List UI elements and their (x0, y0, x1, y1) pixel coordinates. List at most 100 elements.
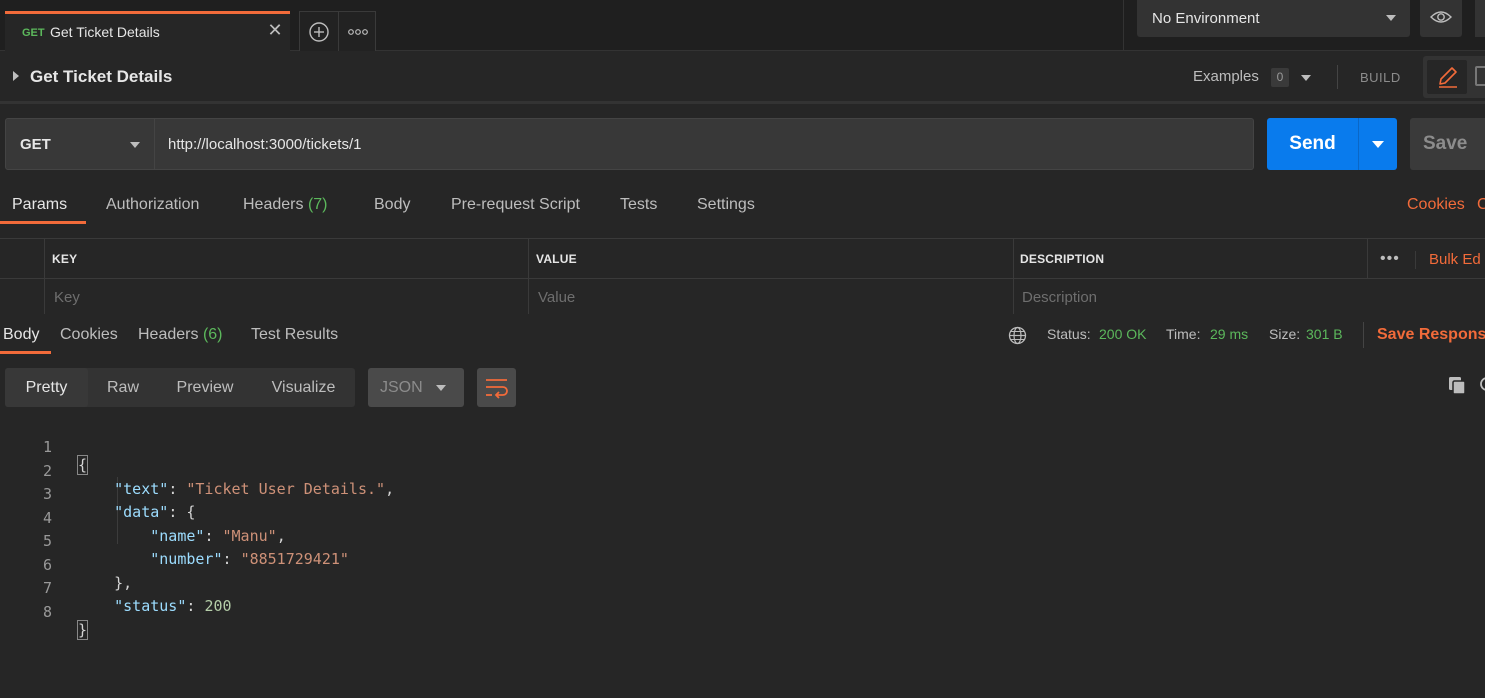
brace-close: } (76, 619, 89, 640)
request-header: Get Ticket Details Examples 0 BUILD (0, 51, 1485, 104)
response-tab-cookies[interactable]: Cookies (60, 326, 118, 344)
method-select[interactable]: GET (5, 118, 155, 170)
code-line: 5 "number": "8851729421" (0, 514, 1485, 568)
view-mode-group: Pretty Raw Preview Visualize (5, 368, 355, 407)
view-preview-button[interactable]: Preview (158, 368, 252, 407)
cookies-link[interactable]: Cookies (1407, 196, 1465, 214)
description-input[interactable]: Description (1022, 289, 1097, 306)
response-tab-test-results[interactable]: Test Results (251, 326, 338, 344)
eye-icon (1430, 11, 1452, 23)
code-line: 8 } (0, 585, 1485, 640)
code-line: 6 }, (0, 538, 1485, 592)
code-line: 7 "status": 200 (0, 561, 1485, 615)
code-link[interactable]: C (1477, 196, 1485, 214)
request-tab-active[interactable]: GET Get Ticket Details ✕ (5, 11, 290, 51)
column-header-value: VALUE (536, 252, 577, 266)
code-line: 1 { (0, 420, 1485, 475)
pencil-icon (1439, 67, 1457, 88)
tab-title: Get Ticket Details (50, 24, 160, 40)
tab-options-button[interactable] (338, 11, 376, 51)
column-divider (1415, 251, 1416, 269)
tab-authorization[interactable]: Authorization (106, 196, 199, 214)
mode-switcher (1423, 56, 1485, 98)
send-options-button[interactable] (1358, 118, 1397, 170)
tab-bar: GET Get Ticket Details ✕ No Environment (0, 0, 1485, 51)
divider (1123, 0, 1124, 51)
save-response-button[interactable]: Save Response (1377, 326, 1485, 344)
examples-button[interactable]: Examples (1193, 68, 1259, 85)
response-headers-count: (6) (202, 326, 223, 343)
build-mode-label: BUILD (1360, 70, 1401, 85)
divider (1337, 65, 1338, 89)
key-input[interactable]: Key (54, 289, 80, 306)
size-label: Size: (1269, 326, 1301, 342)
size-value[interactable]: 301 B (1306, 326, 1343, 342)
manage-environments-button[interactable] (1475, 0, 1485, 37)
wrap-lines-icon (486, 379, 508, 399)
status-value[interactable]: 200 OK (1099, 326, 1146, 342)
column-header-key: KEY (52, 252, 78, 266)
tab-method-badge: GET (22, 27, 45, 39)
params-table: KEY VALUE DESCRIPTION ••• Bulk Ed Key Va… (0, 238, 1485, 314)
format-select[interactable]: JSON (368, 368, 464, 407)
chevron-down-icon[interactable] (1301, 75, 1311, 81)
environment-select[interactable]: No Environment (1137, 0, 1410, 37)
method-label: GET (20, 136, 51, 153)
close-icon[interactable]: ✕ (266, 21, 284, 39)
request-name[interactable]: Get Ticket Details (30, 67, 172, 87)
status-label: Status: (1047, 326, 1091, 342)
table-row (0, 279, 1485, 314)
tab-tests[interactable]: Tests (620, 196, 657, 214)
response-body-editor[interactable]: 1 { 2 "text": "Ticket User Details.", 3 … (0, 418, 1485, 640)
active-tab-indicator (0, 221, 86, 224)
headers-count: (7) (307, 196, 328, 213)
save-button[interactable]: Save (1410, 118, 1485, 170)
tab-headers[interactable]: Headers (7) (243, 196, 328, 214)
documentation-mode-button[interactable] (1475, 66, 1485, 86)
copy-icon[interactable] (1447, 375, 1468, 396)
edit-mode-button[interactable] (1427, 60, 1467, 94)
view-pretty-button[interactable]: Pretty (5, 368, 88, 407)
response-tab-headers[interactable]: Headers (6) (138, 326, 223, 344)
plus-circle-icon (309, 22, 329, 42)
column-divider (1367, 239, 1368, 279)
value-input[interactable]: Value (538, 289, 575, 306)
tab-settings[interactable]: Settings (697, 196, 755, 214)
response-tab-body[interactable]: Body (3, 326, 39, 344)
chevron-down-icon (1386, 15, 1396, 21)
more-horizontal-icon[interactable]: ••• (1380, 250, 1400, 268)
tab-pre-request-script[interactable]: Pre-request Script (451, 196, 580, 214)
line-number: 8 (42, 602, 52, 621)
code-line: 2 "text": "Ticket User Details.", (0, 444, 1485, 498)
column-divider (44, 239, 45, 314)
view-visualize-button[interactable]: Visualize (252, 368, 355, 407)
params-header-row (0, 239, 1485, 279)
environment-quick-look-button[interactable] (1420, 0, 1462, 37)
time-label: Time: (1166, 326, 1201, 342)
examples-count-badge: 0 (1271, 68, 1289, 87)
chevron-down-icon (1372, 141, 1384, 148)
column-divider (528, 239, 529, 314)
search-icon[interactable] (1478, 375, 1485, 396)
wrap-lines-button[interactable] (477, 368, 516, 407)
time-value[interactable]: 29 ms (1210, 326, 1248, 342)
format-label: JSON (380, 379, 423, 396)
divider (1363, 322, 1364, 348)
view-raw-button[interactable]: Raw (88, 368, 158, 407)
more-horizontal-icon (348, 29, 368, 35)
send-button[interactable]: Send (1267, 118, 1358, 170)
code-line: 3 "data": { (0, 467, 1485, 521)
new-tab-button[interactable] (299, 11, 339, 51)
bulk-edit-link[interactable]: Bulk Ed (1429, 251, 1481, 268)
active-tab-indicator (0, 351, 51, 354)
tab-headers-label: Headers (243, 196, 304, 213)
column-header-description: DESCRIPTION (1020, 252, 1105, 266)
chevron-right-icon[interactable] (13, 71, 19, 81)
tab-body[interactable]: Body (374, 196, 410, 214)
tab-params[interactable]: Params (12, 196, 67, 214)
url-input[interactable] (155, 118, 1254, 170)
chevron-down-icon (130, 142, 140, 148)
globe-icon[interactable] (1007, 325, 1028, 346)
chevron-down-icon (436, 385, 446, 391)
code-line: 4 "name": "Manu", (0, 491, 1485, 545)
